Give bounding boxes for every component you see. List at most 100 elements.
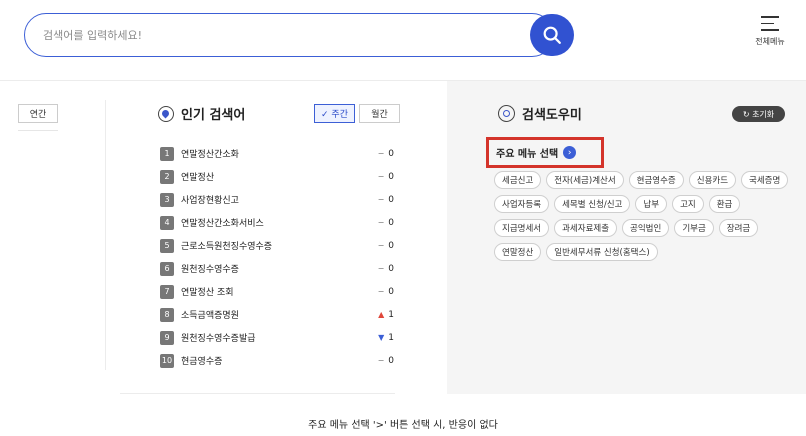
- column-divider: [105, 100, 106, 370]
- popular-title: 인기 검색어: [181, 108, 246, 123]
- rank-change-value: 0: [388, 286, 394, 297]
- menu-tag[interactable]: 세금신고: [494, 171, 542, 189]
- menu-tag[interactable]: 기부금: [674, 219, 714, 237]
- popular-header: 인기 검색어: [158, 104, 245, 123]
- menu-tag[interactable]: 국세증명: [741, 171, 789, 189]
- location-pin-icon: [158, 105, 174, 122]
- helper-header: 검색도우미: [498, 104, 582, 123]
- rank-number: 5: [160, 238, 174, 253]
- rank-change-indicator: −: [377, 149, 385, 158]
- year-underline: [18, 130, 58, 131]
- rank-change-indicator: −: [377, 172, 385, 181]
- search-button[interactable]: [530, 14, 574, 56]
- rank-number: 6: [160, 261, 174, 276]
- rank-change: −0: [364, 287, 394, 297]
- rank-number: 3: [160, 192, 174, 207]
- rank-change: ▲ 1: [364, 310, 394, 320]
- rank-keyword[interactable]: 원천징수영수증: [181, 262, 364, 275]
- monthly-toggle[interactable]: 월간: [359, 104, 400, 123]
- menu-tag[interactable]: 장려금: [718, 219, 759, 237]
- hamburger-icon: [761, 16, 779, 31]
- rank-number: 8: [160, 307, 174, 322]
- rank-change-value: 0: [388, 148, 394, 159]
- rank-keyword[interactable]: 연말정산간소화서비스: [181, 216, 364, 229]
- rank-keyword[interactable]: 소득금액증명원: [181, 308, 364, 321]
- rank-keyword[interactable]: 연말정산간소화: [181, 147, 364, 160]
- rank-change-indicator: −: [377, 287, 385, 296]
- popular-keyword-row[interactable]: 10 현금영수증 −0: [160, 349, 394, 372]
- rank-number: 10: [160, 353, 174, 368]
- search-input[interactable]: [24, 13, 554, 57]
- menu-tag[interactable]: 전자(세금)계산서: [546, 171, 624, 189]
- rank-change-indicator: −: [377, 218, 385, 227]
- rank-number: 1: [160, 146, 174, 161]
- rank-change-indicator: −: [377, 356, 385, 365]
- rank-keyword[interactable]: 연말정산 조회: [181, 285, 364, 298]
- popular-keyword-row[interactable]: 4 연말정산간소화서비스 −0: [160, 211, 394, 234]
- rank-keyword[interactable]: 원천징수영수증발급: [181, 331, 364, 344]
- rank-number: 9: [160, 330, 174, 345]
- yearly-button[interactable]: 연간: [18, 104, 58, 123]
- caption-text: 주요 메뉴 선택 '>' 버튼 선택 시, 반응이 없다: [308, 420, 498, 431]
- popular-keyword-row[interactable]: 8 소득금액증명원 ▲ 1: [160, 303, 394, 326]
- rank-number: 7: [160, 284, 174, 299]
- rank-change-value: 1: [388, 332, 394, 343]
- rank-keyword[interactable]: 근로소득원천징수영수증: [181, 239, 364, 252]
- rank-change: −0: [364, 195, 394, 205]
- popular-keyword-row[interactable]: 7 연말정산 조회 −0: [160, 280, 394, 303]
- rank-change: −0: [364, 264, 394, 274]
- weekly-toggle[interactable]: ✓ 주간: [314, 104, 355, 123]
- rank-change: ▼ 1: [364, 333, 394, 343]
- menu-tag[interactable]: 연말정산: [494, 243, 542, 261]
- menu-tag[interactable]: 고지: [672, 195, 704, 213]
- main-menu-select: 주요 메뉴 선택 ›: [486, 137, 604, 168]
- rank-keyword[interactable]: 현금영수증: [181, 354, 364, 367]
- menu-tag[interactable]: 세목별 신청/신고: [554, 195, 631, 213]
- rank-change-value: 0: [388, 240, 394, 251]
- menu-tag-list: 세금신고 전자(세금)계산서 현금영수증 신용카드 국세증명사업자등록 세목별 신청/신고…: [494, 171, 794, 261]
- rank-change-value: 1: [388, 309, 394, 320]
- rank-keyword[interactable]: 연말정산: [181, 170, 364, 183]
- helper-title: 검색도우미: [522, 108, 582, 123]
- menu-tag[interactable]: 과세자료제출: [554, 219, 618, 237]
- rank-change-indicator: ▲: [378, 310, 385, 319]
- main-menu-select-label: 주요 메뉴 선택: [496, 149, 559, 160]
- rank-change-indicator: −: [377, 195, 385, 204]
- rank-change-value: 0: [388, 171, 394, 182]
- list-bottom-divider: [120, 393, 395, 394]
- full-menu-button[interactable]: 전체메뉴: [748, 16, 792, 56]
- menu-tag[interactable]: 현금영수증: [628, 171, 684, 189]
- rank-change-value: 0: [388, 217, 394, 228]
- popular-keyword-row[interactable]: 6 원천징수영수증 −0: [160, 257, 394, 280]
- rank-change-indicator: ▼: [378, 333, 385, 342]
- rank-keyword[interactable]: 사업장현황신고: [181, 193, 364, 206]
- rank-number: 2: [160, 169, 174, 184]
- popular-keyword-row[interactable]: 3 사업장현황신고 −0: [160, 188, 394, 211]
- rank-change-indicator: −: [377, 241, 385, 250]
- rank-change: −0: [364, 356, 394, 366]
- reset-button[interactable]: ↻ 초기화: [732, 106, 785, 122]
- helper-icon: [498, 105, 515, 122]
- popular-keyword-list: 1 연말정산간소화 −0 2 연말정산 −0 3 사업장현황신고 −0 4 연말정산간소화서비스 −0…: [160, 142, 394, 372]
- popular-keyword-row[interactable]: 1 연말정산간소화 −0: [160, 142, 394, 165]
- popular-keyword-row[interactable]: 2 연말정산 −0: [160, 165, 394, 188]
- popular-keyword-row[interactable]: 5 근로소득원천징수영수증 −0: [160, 234, 394, 257]
- search-icon: [543, 26, 561, 44]
- menu-tag[interactable]: 지급명세서: [494, 219, 550, 237]
- rank-change-value: 0: [388, 355, 394, 366]
- search-bar: [24, 13, 574, 57]
- rank-change: −0: [364, 172, 394, 182]
- full-menu-label: 전체메뉴: [755, 36, 785, 46]
- menu-tag[interactable]: 공익법인: [622, 219, 670, 237]
- menu-tag[interactable]: 사업자등록: [494, 195, 550, 213]
- menu-tag[interactable]: 일반세무서류 신청(홈택스): [546, 243, 658, 261]
- menu-tag[interactable]: 환급: [708, 195, 741, 213]
- menu-tag[interactable]: 신용카드: [688, 171, 737, 189]
- rank-change: −0: [364, 149, 394, 159]
- rank-change: −0: [364, 218, 394, 228]
- rank-change-indicator: −: [377, 264, 385, 273]
- menu-tag[interactable]: 납부: [635, 195, 668, 213]
- popular-keyword-row[interactable]: 9 원천징수영수증발급 ▼ 1: [160, 326, 394, 349]
- rank-number: 4: [160, 215, 174, 230]
- main-menu-arrow-button[interactable]: ›: [563, 146, 577, 159]
